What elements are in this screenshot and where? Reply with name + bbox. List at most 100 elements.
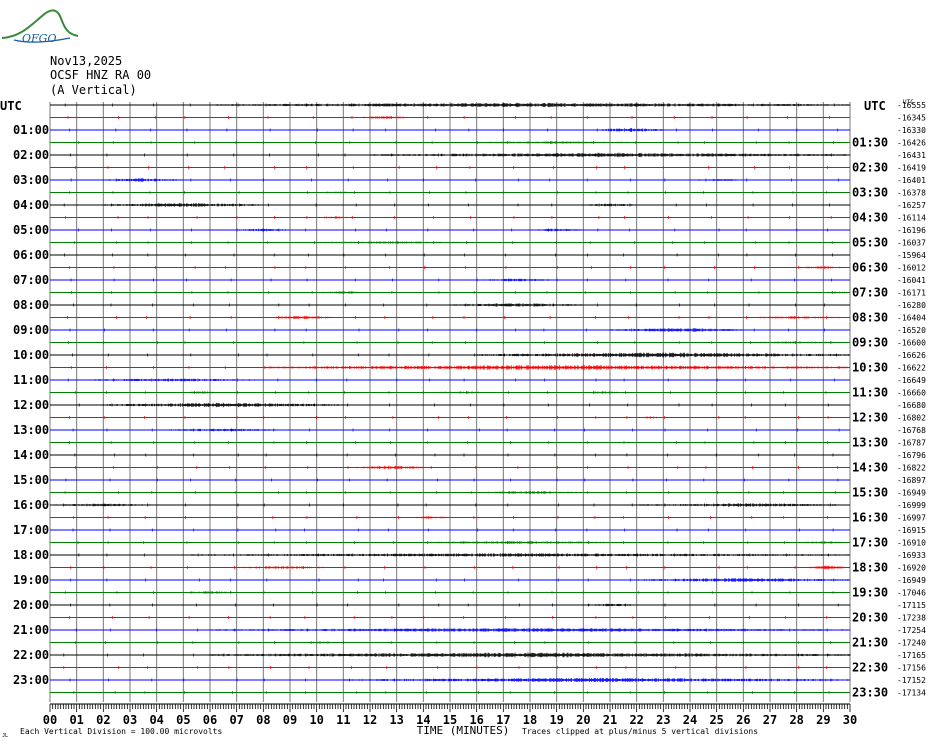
left-hour-label: 12:00 — [13, 398, 49, 412]
left-hour-label: 18:00 — [13, 548, 49, 562]
left-hour-label: 22:00 — [13, 648, 49, 662]
trace-offset-label: -16401 — [897, 176, 926, 185]
trace-offset-label: -16933 — [897, 551, 926, 560]
right-hour-label: 20:30 — [852, 611, 888, 625]
trace-offset-label: -16041 — [897, 276, 926, 285]
trace-offset-label: -16037 — [897, 239, 926, 248]
right-hour-label: 04:30 — [852, 211, 888, 225]
x-tick-label: 03 — [123, 713, 137, 727]
left-hour-label: 21:00 — [13, 623, 49, 637]
corner-mark: JL — [2, 733, 8, 739]
trace-offset-label: -16910 — [897, 539, 926, 548]
x-tick-label: 10 — [309, 713, 323, 727]
x-tick-label: 18 — [523, 713, 537, 727]
right-hour-label: 01:30 — [852, 136, 888, 150]
trace-offset-label: -17240 — [897, 639, 926, 648]
trace-activity — [582, 391, 624, 394]
right-hour-label: 12:30 — [852, 411, 888, 425]
trace-activity — [316, 191, 358, 194]
left-hour-label: 02:00 — [13, 148, 49, 162]
right-hour-label: 17:30 — [852, 536, 888, 550]
right-hour-label: 14:30 — [852, 461, 888, 475]
trace-offset-label: -17254 — [897, 626, 926, 635]
trace-activity — [742, 341, 850, 344]
helicorder-chart: -16555-16345-16330-16426-16431-16419-164… — [0, 99, 926, 739]
trace-offset-label: -16999 — [897, 501, 926, 510]
right-hour-label: 02:30 — [852, 161, 888, 175]
x-tick-label: 28 — [789, 713, 803, 727]
left-hour-label: 04:00 — [13, 198, 49, 212]
trace-offset-label: -16660 — [897, 389, 926, 398]
x-axis-label: TIME (MINUTES) — [417, 724, 510, 737]
trace-offset-label: -16600 — [897, 339, 926, 348]
trace-offset-label: -16897 — [897, 476, 926, 485]
trace-offset-label: -16404 — [897, 314, 926, 323]
left-hour-label: 23:00 — [13, 673, 49, 687]
x-tick-label: 23 — [656, 713, 670, 727]
right-hour-label: 22:30 — [852, 661, 888, 675]
right-hour-label: 05:30 — [852, 236, 888, 250]
right-hour-label: 21:30 — [852, 636, 888, 650]
x-tick-label: 27 — [763, 713, 777, 727]
trace-activity — [302, 641, 344, 644]
x-tick-label: 09 — [283, 713, 297, 727]
trace-offset-label: -16196 — [897, 226, 926, 235]
left-hour-label: 01:00 — [13, 123, 49, 137]
trace-activity — [422, 391, 504, 394]
x-tick-label: 01 — [69, 713, 83, 727]
trace-activity — [476, 491, 584, 494]
right-hour-label: 23:30 — [852, 686, 888, 700]
x-tick-label: 08 — [256, 713, 270, 727]
trace-offset-label: -16345 — [897, 114, 926, 123]
left-hour-label: 15:00 — [13, 473, 49, 487]
trace-offset-label: -16949 — [897, 576, 926, 585]
trace-offset-label: -16431 — [897, 151, 926, 160]
clip-note: Traces clipped at plus/minus 5 vertical … — [522, 727, 758, 736]
right-hour-label: 10:30 — [852, 361, 888, 375]
trace-activity — [596, 128, 664, 132]
left-hour-label: 17:00 — [13, 523, 49, 537]
x-tick-label: 02 — [96, 713, 110, 727]
right-hour-label: 07:30 — [852, 286, 888, 300]
trace-offset-label: -16257 — [897, 201, 926, 210]
x-tick-label: 20 — [576, 713, 590, 727]
trace-activity — [209, 628, 851, 632]
x-tick-label: 25 — [709, 713, 723, 727]
left-hour-label: 14:00 — [13, 448, 49, 462]
x-tick-label: 21 — [603, 713, 617, 727]
trace-offset-label: -16649 — [897, 376, 926, 385]
trace-offset-label: -17046 — [897, 589, 926, 598]
trace-activity — [342, 677, 850, 683]
x-tick-label: 24 — [683, 713, 697, 727]
trace-offset-label: -16378 — [897, 189, 926, 198]
trace-offset-label: -16171 — [897, 289, 926, 298]
left-hour-label: 13:00 — [13, 423, 49, 437]
trace-offset-label: -16012 — [897, 264, 926, 273]
x-tick-label: 04 — [149, 713, 163, 727]
right-hour-label: 13:30 — [852, 436, 888, 450]
trace-offset-label: -17152 — [897, 676, 926, 685]
trace-offset-label: -16768 — [897, 426, 926, 435]
left-hour-label: 10:00 — [13, 348, 49, 362]
trace-activity — [356, 465, 424, 470]
trace-offset-label: -16426 — [897, 139, 926, 148]
x-tick-label: 19 — [549, 713, 563, 727]
trace-offset-label: -16915 — [897, 526, 926, 535]
left-hour-label: 08:00 — [13, 298, 49, 312]
left-hour-label: 09:00 — [13, 323, 49, 337]
trace-offset-label: -16796 — [897, 451, 926, 460]
right-hour-label: 09:30 — [852, 336, 888, 350]
right-hour-label: 19:30 — [852, 586, 888, 600]
trace-offset-label: -16802 — [897, 414, 926, 423]
trace-offset-label: -15964 — [897, 251, 926, 260]
trace-activity — [636, 416, 664, 419]
trace-offset-label: -16822 — [897, 464, 926, 473]
trace-offset-label: -16622 — [897, 364, 926, 373]
left-hour-label: 05:00 — [13, 223, 49, 237]
trace-offset-label: -16419 — [897, 164, 926, 173]
left-hour-label: 16:00 — [13, 498, 49, 512]
right-hour-label: 11:30 — [852, 386, 888, 400]
x-tick-label: 07 — [229, 713, 243, 727]
trace-activity — [809, 565, 851, 570]
left-hour-label: 06:00 — [13, 248, 49, 262]
